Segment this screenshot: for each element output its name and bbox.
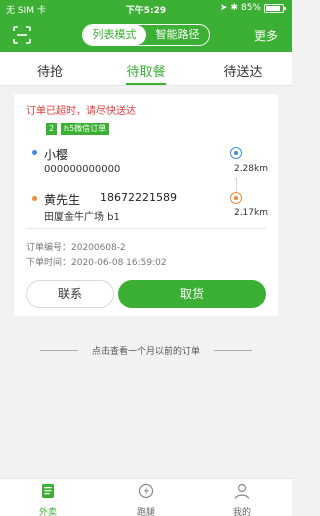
nav-errand-label: 跑腿 (136, 508, 155, 516)
delivery-address: 田厦金牛广场 b1 (44, 212, 120, 223)
pickup-name: 小樱 (44, 148, 69, 162)
segment-list-mode[interactable]: 列表模式 (83, 25, 146, 45)
pickup-dot (32, 150, 37, 155)
view-mode-switch: 列表模式 智能路径 (82, 24, 210, 46)
order-time: 下单时间：2020-06-08 16:59:02 (26, 258, 167, 268)
nav-errand[interactable]: 跑腿 (116, 483, 176, 516)
pickup-distance: 2.28km (233, 164, 268, 174)
active-tab-indicator (126, 83, 166, 85)
status-bar: 无 SIM 卡 下午5:29 ➤ ✱ 85% (0, 0, 292, 18)
contact-button[interactable]: 联系 (26, 280, 114, 308)
more-button[interactable]: 更多 (254, 27, 278, 44)
card-divider (26, 228, 266, 229)
route-connector (236, 178, 237, 192)
battery-percent: 85% (240, 3, 261, 13)
order-tabs: 待抢 待取餐 待送达 (0, 52, 292, 86)
order-number: 订单编号：20200608-2 (26, 243, 126, 253)
location-pin-icon[interactable] (230, 147, 242, 159)
pickup-button[interactable]: 取货 (118, 280, 266, 308)
delivery-phone[interactable]: 18672221589 (100, 191, 177, 204)
delivery-name: 黄先生 (44, 193, 81, 207)
bluetooth-icon: ✱ (230, 3, 238, 13)
pickup-phone[interactable]: 000000000000 (44, 164, 120, 175)
scan-icon[interactable] (12, 25, 32, 45)
overdue-warning: 订单已超时，请尽快送达 (26, 106, 136, 117)
battery-icon (264, 3, 286, 13)
location-icon: ➤ (219, 3, 228, 13)
segment-smart-route[interactable]: 智能路径 (146, 25, 209, 45)
location-pin-icon[interactable] (230, 192, 242, 204)
nav-profile[interactable]: 我的 (212, 483, 272, 516)
nav-takeout[interactable]: 外卖 (18, 483, 78, 516)
profile-icon (234, 483, 250, 499)
order-number-tag: 2 (46, 123, 58, 135)
errand-icon (138, 483, 154, 499)
top-navbar: 列表模式 智能路径 更多 (0, 18, 292, 52)
bottom-navigation: 外卖 跑腿 我的 (0, 478, 292, 516)
tab-to-grab[interactable]: 待抢 (10, 61, 90, 80)
order-card[interactable]: 订单已超时，请尽快送达 2 h5微信订单 小樱 000000000000 2.2… (14, 94, 278, 316)
tab-to-pickup[interactable]: 待取餐 (106, 61, 186, 80)
delivery-distance: 2.17km (233, 208, 268, 218)
order-source-tag: h5微信订单 (61, 123, 110, 135)
nav-takeout-label: 外卖 (38, 508, 57, 516)
takeout-icon (42, 484, 54, 498)
delivery-dot (32, 196, 37, 201)
nav-profile-label: 我的 (232, 508, 251, 516)
status-right: ➤ ✱ 85% (219, 3, 286, 13)
tab-to-deliver[interactable]: 待送达 (203, 61, 283, 80)
history-divider-right (214, 350, 252, 351)
